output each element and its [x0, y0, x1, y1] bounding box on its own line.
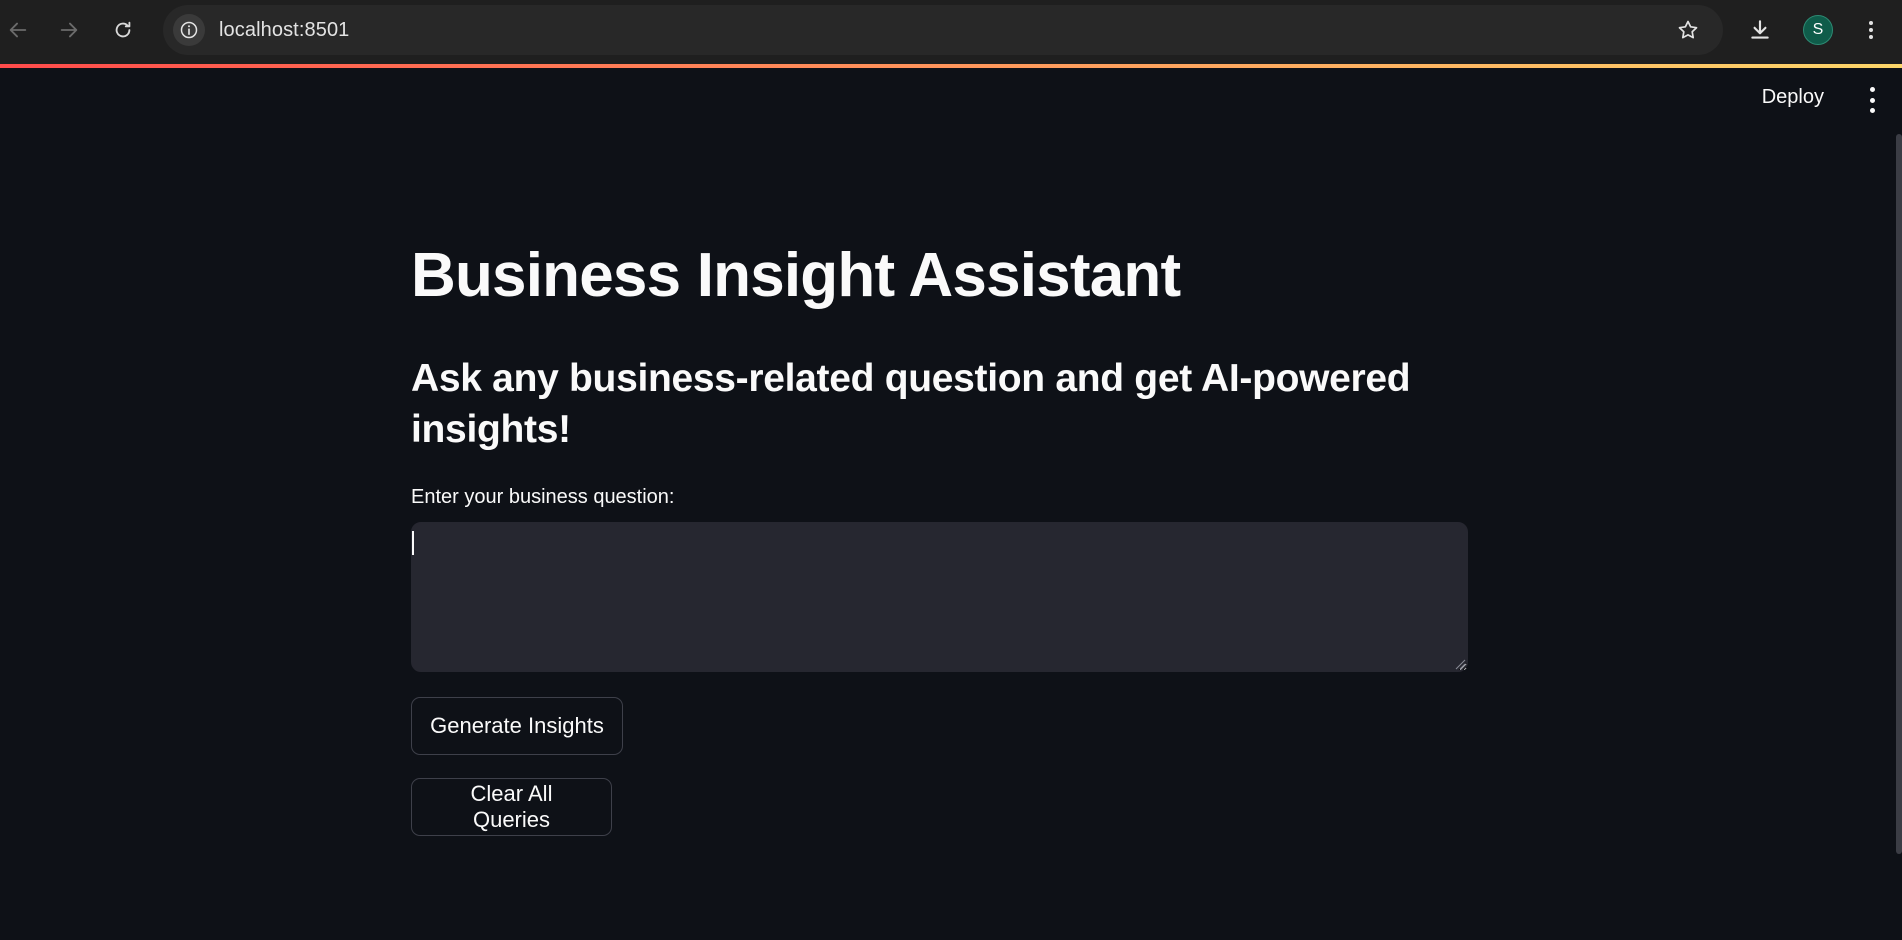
reload-icon	[115, 21, 131, 38]
download-icon	[1751, 20, 1769, 39]
page-title: Business Insight Assistant	[411, 241, 1181, 310]
star-icon	[1678, 20, 1698, 39]
arrow-left-icon	[9, 22, 27, 38]
info-icon	[180, 21, 198, 39]
resize-handle-icon[interactable]	[1454, 658, 1466, 670]
clear-queries-button[interactable]: Clear All Queries	[411, 778, 612, 836]
browser-menu-button[interactable]	[1856, 12, 1886, 48]
download-button[interactable]	[1742, 12, 1778, 48]
profile-button[interactable]: S	[1800, 12, 1836, 48]
menu-dot-icon	[1869, 87, 1875, 92]
kebab-menu-icon	[1869, 21, 1873, 39]
app-container: Deploy Business Insight Assistant Ask an…	[0, 68, 1902, 940]
page-subtitle: Ask any business-related question and ge…	[411, 357, 1411, 451]
browser-toolbar: localhost:8501 S	[0, 0, 1902, 64]
forward-button[interactable]	[51, 12, 87, 48]
text-caret	[412, 531, 414, 555]
avatar: S	[1803, 15, 1833, 45]
question-textarea[interactable]	[411, 522, 1468, 672]
bookmark-button[interactable]	[1675, 17, 1701, 43]
question-label: Enter your business question:	[411, 486, 675, 508]
site-info-button[interactable]	[173, 14, 205, 46]
address-bar[interactable]: localhost:8501	[163, 5, 1723, 55]
generate-insights-button[interactable]: Generate Insights	[411, 697, 623, 755]
arrow-right-icon	[60, 22, 78, 38]
deploy-button[interactable]: Deploy	[1762, 86, 1824, 109]
scrollbar[interactable]	[1896, 134, 1902, 854]
back-button[interactable]	[0, 12, 36, 48]
reload-button[interactable]	[105, 12, 141, 48]
app-menu-button[interactable]	[1860, 87, 1884, 113]
menu-dot-icon	[1869, 108, 1875, 113]
url-text[interactable]: localhost:8501	[219, 19, 349, 42]
menu-dot-icon	[1869, 97, 1875, 103]
